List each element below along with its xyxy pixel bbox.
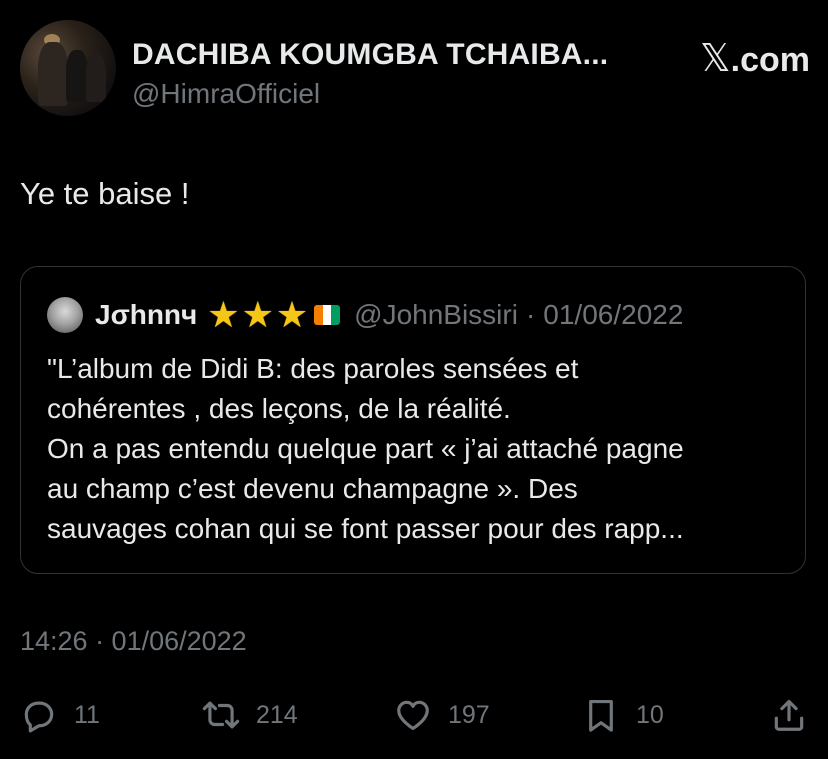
quoted-tweet-line: cohérentes , des leçons, de la réalité. bbox=[47, 393, 511, 424]
like-button[interactable]: 197 bbox=[394, 692, 490, 738]
heart-icon bbox=[397, 700, 429, 731]
bookmark-icon bbox=[589, 699, 613, 732]
quoted-tweet-line: sauvages cohan qui se font passer pour d… bbox=[47, 513, 684, 544]
reply-button[interactable]: 11 bbox=[20, 692, 100, 738]
quoted-tweet-line: au champ c’est devenu champagne ». Des bbox=[47, 473, 578, 504]
star-emojis: ★ ★ ★ bbox=[207, 297, 308, 333]
avatar-photo-figure bbox=[38, 42, 68, 106]
share-button[interactable] bbox=[770, 692, 808, 738]
star-icon: ★ bbox=[241, 294, 274, 335]
quoted-tweet-header: Jσhnnч ★ ★ ★ @JohnBissiri · 01/06/2022 bbox=[95, 295, 683, 335]
star-icon: ★ bbox=[207, 294, 240, 335]
quoted-tweet-date[interactable]: 01/06/2022 bbox=[543, 299, 683, 331]
bookmark-count: 10 bbox=[636, 700, 664, 729]
author-display-name[interactable]: DACHIBA KOUMGBA TCHAIBA... bbox=[132, 38, 608, 72]
flag-stripe bbox=[331, 305, 341, 325]
star-icon: ★ bbox=[275, 294, 309, 335]
bookmark-button[interactable]: 10 bbox=[582, 692, 664, 738]
separator-dot: · bbox=[525, 299, 536, 330]
x-logo-suffix: .com bbox=[730, 41, 810, 79]
tweet-text: Ye te baise ! bbox=[20, 176, 190, 211]
x-logo-glyph: 𝕏 bbox=[700, 36, 731, 80]
reply-count: 11 bbox=[74, 700, 100, 729]
tweet-actions-bar: 11 214 197 10 bbox=[20, 692, 810, 738]
ivory-coast-flag-icon bbox=[314, 305, 341, 325]
author-handle[interactable]: @HimraOfficiel bbox=[132, 78, 320, 110]
quoted-tweet-card[interactable]: Jσhnnч ★ ★ ★ @JohnBissiri · 01/06/2022 "… bbox=[20, 266, 806, 574]
like-count: 197 bbox=[448, 700, 490, 729]
quoted-tweet-line: "L’album de Didi B: des paroles sensées … bbox=[47, 353, 579, 384]
retweet-count: 214 bbox=[256, 700, 298, 729]
quoted-author-avatar[interactable] bbox=[47, 297, 83, 333]
flag-stripe bbox=[322, 305, 332, 325]
avatar-photo-figure bbox=[66, 50, 88, 102]
avatar-photo-figure bbox=[86, 54, 106, 102]
tweet-timestamp[interactable]: 14:26 · 01/06/2022 bbox=[20, 626, 247, 657]
quoted-author-name[interactable]: Jσhnnч bbox=[95, 299, 197, 331]
retweet-button[interactable]: 214 bbox=[202, 692, 298, 738]
x-logo: 𝕏.com bbox=[700, 36, 810, 80]
flag-stripe bbox=[314, 305, 323, 325]
quoted-tweet-text: "L’album de Didi B: des paroles sensées … bbox=[47, 349, 797, 549]
quoted-tweet-line: On a pas entendu quelque part « j’ai att… bbox=[47, 433, 684, 464]
author-avatar[interactable] bbox=[20, 20, 116, 116]
reply-icon bbox=[24, 701, 54, 733]
retweet-icon bbox=[202, 701, 240, 729]
tweet-header: DACHIBA KOUMGBA TCHAIBA... @HimraOfficie… bbox=[20, 20, 810, 120]
share-icon bbox=[774, 699, 804, 731]
quoted-author-handle[interactable]: @JohnBissiri bbox=[354, 299, 518, 331]
